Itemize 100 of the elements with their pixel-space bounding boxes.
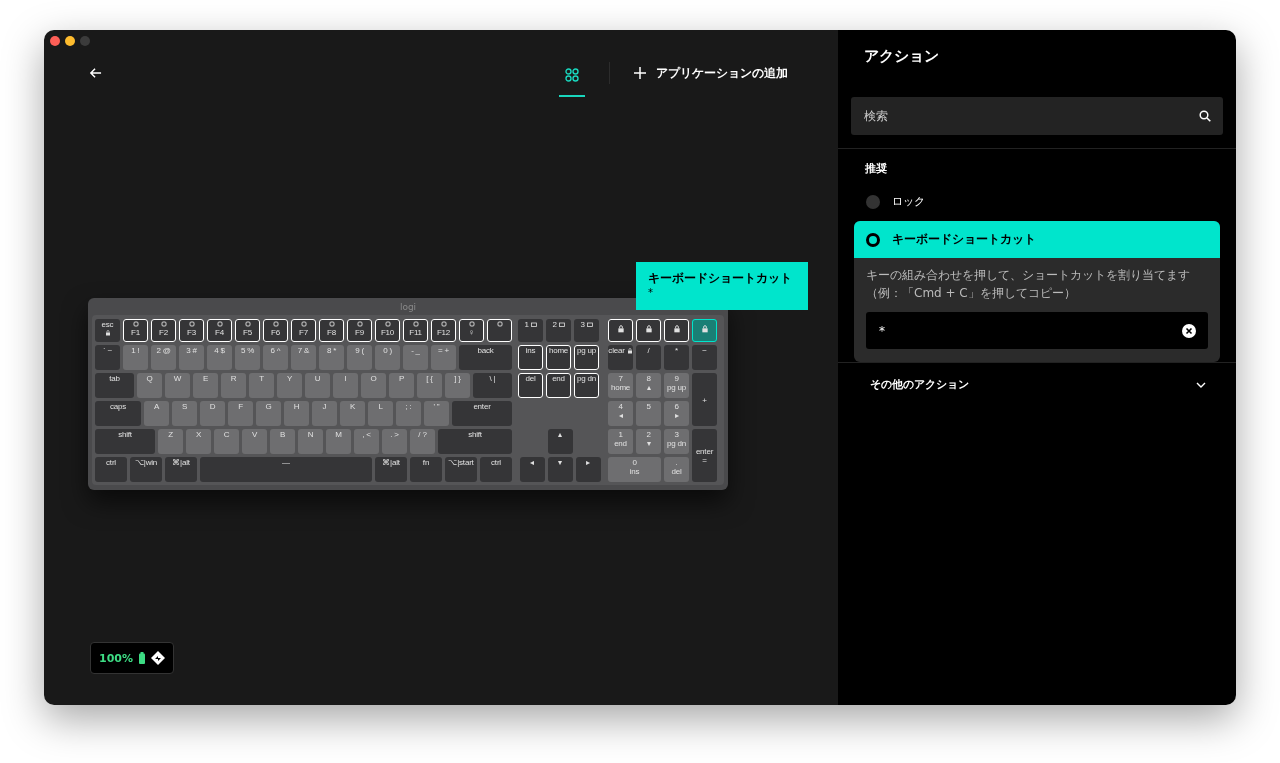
keyboard-key[interactable]: ins: [518, 345, 543, 370]
keyboard-key[interactable]: / ?: [410, 429, 435, 454]
keyboard-key[interactable]: F2: [151, 319, 176, 342]
keyboard-key[interactable]: enter: [452, 401, 512, 426]
keyboard-key[interactable]: ctrl: [480, 457, 512, 482]
keyboard-key[interactable]: 3 pg dn: [664, 429, 689, 454]
keyboard-key[interactable]: —: [200, 457, 372, 482]
keyboard-key[interactable]: 4 ◂: [608, 401, 633, 426]
keyboard-key[interactable]: X: [186, 429, 211, 454]
action-option[interactable]: キーボードショートカット: [854, 221, 1220, 258]
keyboard-key[interactable]: P: [389, 373, 414, 398]
keyboard-key[interactable]: 9 (: [347, 345, 372, 370]
back-arrow-icon[interactable]: [89, 67, 102, 79]
keyboard-key[interactable]: G: [256, 401, 281, 426]
keyboard-key[interactable]: F11: [403, 319, 428, 342]
keyboard-key[interactable]: 2 @: [151, 345, 176, 370]
keyboard-key[interactable]: . >: [382, 429, 407, 454]
keyboard-key[interactable]: F7: [291, 319, 316, 342]
keyboard-key[interactable]: home: [546, 345, 571, 370]
keyboard-key[interactable]: 0 ): [375, 345, 400, 370]
keyboard-key[interactable]: F1: [123, 319, 148, 342]
keyboard-key[interactable]: ▸: [575, 457, 601, 482]
keyboard-key[interactable]: pg up: [574, 345, 599, 370]
keyboard-key[interactable]: 1: [518, 319, 543, 342]
keyboard-key[interactable]: 4 $: [207, 345, 232, 370]
keyboard-key[interactable]: L: [368, 401, 393, 426]
keyboard-key[interactable]: H: [284, 401, 309, 426]
keyboard-key[interactable]: V: [242, 429, 267, 454]
keyboard-key[interactable]: back: [459, 345, 512, 370]
keyboard-key[interactable]: pg dn: [574, 373, 599, 398]
keyboard-key[interactable]: 5: [636, 401, 661, 426]
keyboard-key[interactable]: F5: [235, 319, 260, 342]
keyboard-key[interactable]: del: [518, 373, 543, 398]
keyboard-key[interactable]: 7 &: [291, 345, 316, 370]
keyboard-key[interactable]: clear: [608, 345, 633, 370]
keyboard-key[interactable]: W: [165, 373, 190, 398]
keyboard-key[interactable]: shift: [438, 429, 512, 454]
keyboard-key[interactable]: ` ~: [95, 345, 120, 370]
keyboard-key[interactable]: end: [546, 373, 571, 398]
keyboard-key[interactable]: - _: [403, 345, 428, 370]
search-field[interactable]: 検索: [851, 97, 1223, 135]
more-actions-toggle[interactable]: その他のアクション: [838, 363, 1236, 406]
keyboard-key[interactable]: \ |: [473, 373, 512, 398]
keyboard-key[interactable]: D: [200, 401, 225, 426]
keyboard-key[interactable]: = +: [431, 345, 456, 370]
keyboard-key[interactable]: F3: [179, 319, 204, 342]
keyboard-key[interactable]: , <: [354, 429, 379, 454]
keyboard-key[interactable]: Q: [137, 373, 162, 398]
keyboard-key[interactable]: F9: [347, 319, 372, 342]
keyboard-key[interactable]: 9 pg up: [664, 373, 689, 398]
keyboard-key[interactable]: F4: [207, 319, 232, 342]
keyboard-key[interactable]: Y: [277, 373, 302, 398]
keyboard-key[interactable]: shift: [95, 429, 155, 454]
keyboard-key[interactable]: [608, 319, 633, 342]
keyboard-key[interactable]: B: [270, 429, 295, 454]
keyboard-key[interactable]: +: [692, 373, 717, 426]
minimize-icon[interactable]: [65, 36, 75, 46]
keyboard-key[interactable]: F8: [319, 319, 344, 342]
add-application-button[interactable]: アプリケーションの追加: [634, 64, 788, 82]
keyboard-key[interactable]: F12: [431, 319, 456, 342]
keyboard-key[interactable]: 0 ins: [608, 457, 661, 482]
keyboard-key[interactable]: M: [326, 429, 351, 454]
keyboard-key[interactable]: C: [214, 429, 239, 454]
keyboard-key[interactable]: tab: [95, 373, 134, 398]
keyboard-key[interactable]: 3 #: [179, 345, 204, 370]
keyboard-key[interactable]: ctrl: [95, 457, 127, 482]
keyboard-key[interactable]: ♀: [459, 319, 484, 342]
shortcut-field[interactable]: *: [866, 312, 1208, 349]
keyboard-key[interactable]: [664, 319, 689, 342]
keyboard-key[interactable]: 6 ^: [263, 345, 288, 370]
keyboard-key[interactable]: ▾: [547, 457, 573, 482]
keyboard-key[interactable]: Z: [158, 429, 183, 454]
keyboard-key[interactable]: O: [361, 373, 386, 398]
keyboard-key[interactable]: R: [221, 373, 246, 398]
keyboard-key[interactable]: ; :: [396, 401, 421, 426]
keyboard-key[interactable]: 7 home: [608, 373, 633, 398]
keyboard-key[interactable]: K: [340, 401, 365, 426]
keyboard-key[interactable]: ⌘|alt: [375, 457, 407, 482]
keyboard-key[interactable]: J: [312, 401, 337, 426]
keyboard-key[interactable]: [636, 319, 661, 342]
keyboard-key[interactable]: E: [193, 373, 218, 398]
keyboard-key[interactable]: 8 ▴: [636, 373, 661, 398]
keyboard-key[interactable]: ' ": [424, 401, 449, 426]
keyboard-key[interactable]: 1 !: [123, 345, 148, 370]
keyboard-key[interactable]: 6 ▸: [664, 401, 689, 426]
keyboard-key[interactable]: A: [144, 401, 169, 426]
keyboard-key[interactable]: 3: [574, 319, 599, 342]
keyboard-key[interactable]: ⌥|start: [445, 457, 477, 482]
keyboard-key[interactable]: fn: [410, 457, 442, 482]
keyboard-key[interactable]: N: [298, 429, 323, 454]
keyboard-key[interactable]: . del: [664, 457, 689, 482]
keyboard-key[interactable]: 2: [546, 319, 571, 342]
clear-icon[interactable]: [1182, 323, 1196, 338]
keyboard-key[interactable]: ▴: [547, 429, 573, 454]
keyboard-key[interactable]: T: [249, 373, 274, 398]
keyboard-key[interactable]: ⌘|alt: [165, 457, 197, 482]
keyboard-key[interactable]: caps: [95, 401, 141, 426]
keyboard-key[interactable]: I: [333, 373, 358, 398]
keyboard-key[interactable]: 2 ▾: [636, 429, 661, 454]
close-icon[interactable]: [50, 36, 60, 46]
